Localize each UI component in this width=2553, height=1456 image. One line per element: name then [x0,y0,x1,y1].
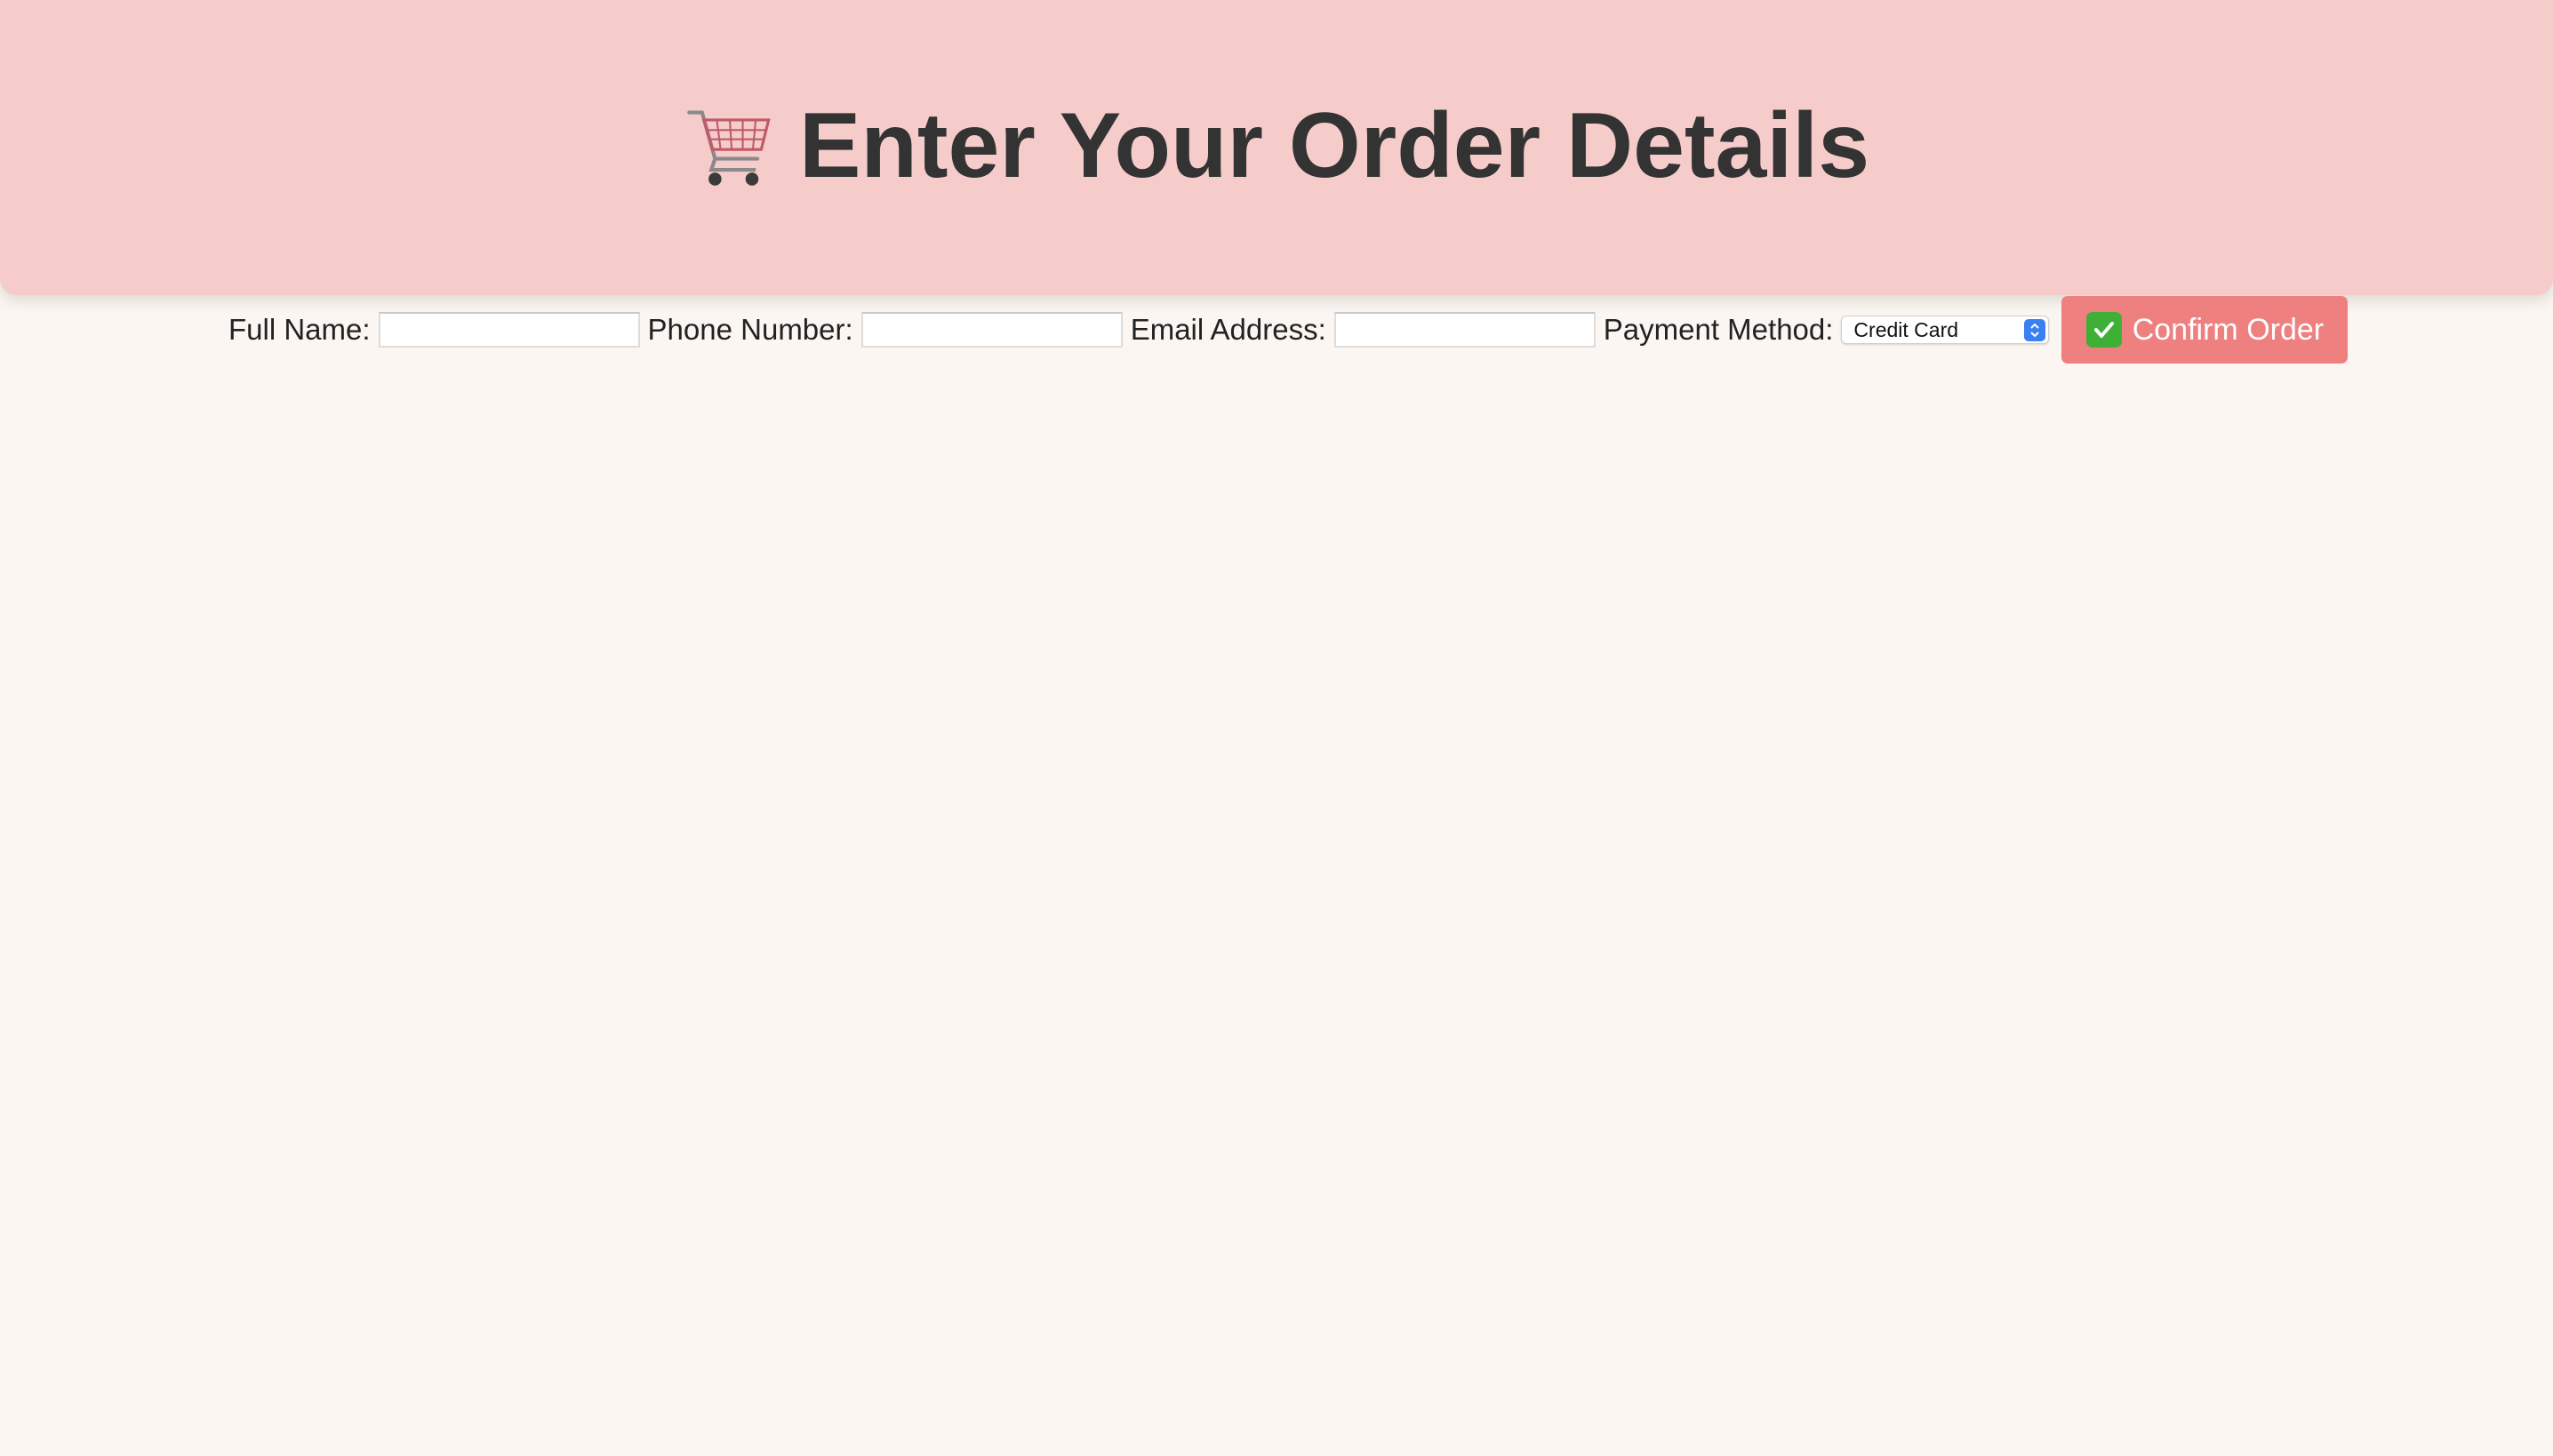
order-form: Full Name: Phone Number: Email Address: … [228,296,2349,364]
check-mark-icon [2085,312,2122,348]
page-title: Enter Your Order Details [798,93,1870,197]
confirm-order-label: Confirm Order [2132,312,2325,347]
full-name-label: Full Name: [228,313,371,346]
payment-method-label: Payment Method: [1603,313,1834,346]
phone-number-input[interactable] [860,312,1123,348]
email-address-input[interactable] [1333,312,1596,348]
full-name-input[interactable] [378,312,640,348]
payment-method-select[interactable]: Credit Card [1841,316,2050,344]
confirm-order-button[interactable]: Confirm Order [2061,296,2349,364]
shopping-cart-icon [687,110,771,186]
page-header: Enter Your Order Details [0,0,2553,295]
page-title-group: Enter Your Order Details [684,93,1869,199]
payment-method-selected-value: Credit Card [1853,317,1959,341]
phone-number-label: Phone Number: [647,313,853,346]
email-address-label: Email Address: [1130,313,1326,346]
select-arrows-icon [2024,319,2046,341]
